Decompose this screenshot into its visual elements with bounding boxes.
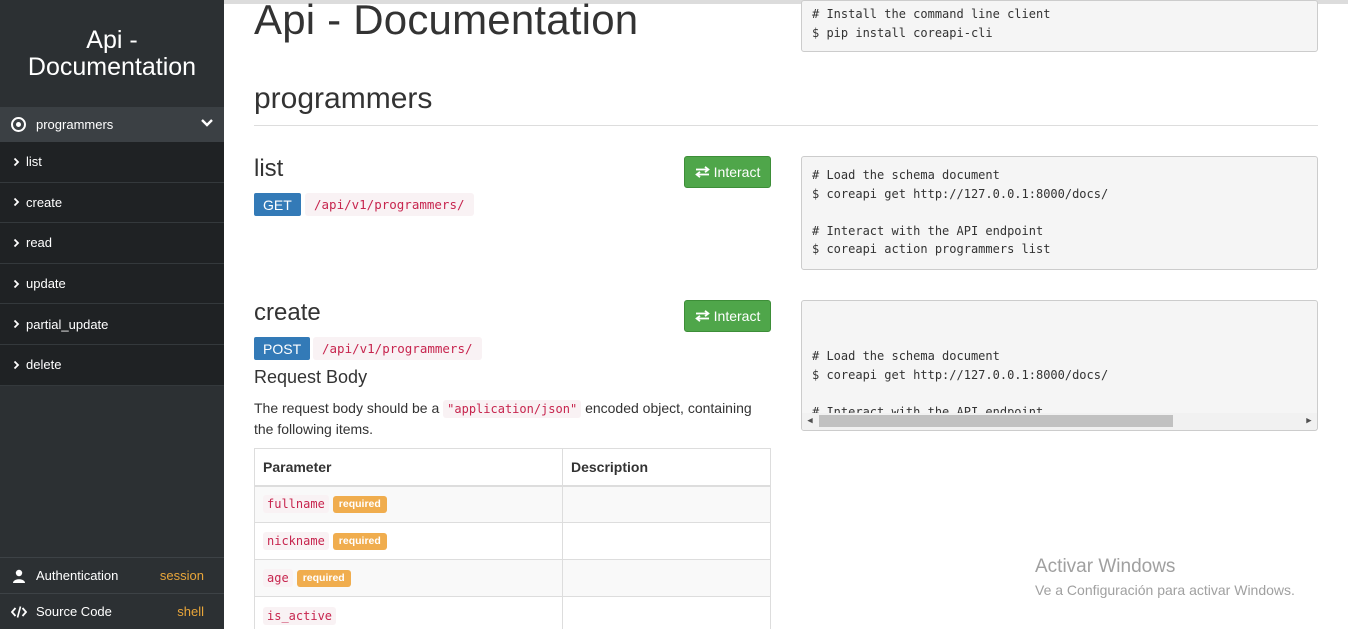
authentication-row[interactable]: Authentication session xyxy=(0,557,224,593)
column-header-parameter: Parameter xyxy=(254,448,563,487)
request-body-title: Request Body xyxy=(254,367,368,387)
windows-activation-watermark: Activar Windows Ve a Configuración para … xyxy=(1035,556,1295,598)
interact-button-list[interactable]: Interact xyxy=(684,156,771,188)
parameter-description xyxy=(562,522,771,560)
parameter-name: fullname xyxy=(263,495,329,514)
parameter-name: is_active xyxy=(263,607,337,625)
scroll-left-icon[interactable]: ◀ xyxy=(802,413,818,430)
target-icon xyxy=(11,117,26,132)
required-badge: required xyxy=(332,532,387,550)
parameter-description xyxy=(562,596,771,629)
sidebar-item-list[interactable]: list xyxy=(0,142,224,183)
code-icon xyxy=(11,604,27,620)
source-code-row[interactable]: Source Code shell xyxy=(0,593,224,629)
endpoint-path: /api/v1/programmers/ xyxy=(305,193,474,216)
sidebar-item-label: list xyxy=(26,154,42,170)
column-header-description: Description xyxy=(562,448,771,487)
exchange-icon xyxy=(694,166,710,178)
sidebar-item-update[interactable]: update xyxy=(0,264,224,305)
section-divider xyxy=(254,125,1318,126)
page-title: Api - Documentation xyxy=(254,0,639,43)
sidebar: Api - Documentation programmers list cre… xyxy=(0,0,224,629)
horizontal-scrollbar[interactable]: ◀ ▶ xyxy=(802,413,1317,430)
endpoint-title-create: create xyxy=(254,299,321,326)
authentication-value[interactable]: session xyxy=(160,568,204,583)
scroll-right-icon[interactable]: ▶ xyxy=(1301,413,1317,430)
content-type-code: "application/json" xyxy=(443,400,582,418)
source-code-label: Source Code xyxy=(36,604,112,619)
request-body-description: The request body should be a "applicatio… xyxy=(254,398,774,439)
sidebar-footer: Authentication session Source Code shell xyxy=(0,557,224,629)
watermark-title: Activar Windows xyxy=(1035,556,1176,577)
interact-label: Interact xyxy=(713,164,761,180)
sidebar-item-label: update xyxy=(26,276,66,292)
sidebar-item-label: delete xyxy=(26,357,62,373)
list-code-block: # Load the schema document $ coreapi get… xyxy=(801,156,1318,270)
sidebar-item-label: create xyxy=(26,194,63,210)
request-desc-pre: The request body should be a xyxy=(254,400,440,416)
required-badge: required xyxy=(332,496,387,514)
section-title: programmers xyxy=(254,82,433,115)
parameter-description xyxy=(562,485,771,523)
sidebar-item-label: partial_update xyxy=(26,316,109,332)
parameter-description xyxy=(562,559,771,597)
exchange-icon xyxy=(694,310,710,322)
table-row: age required xyxy=(254,559,771,597)
parameter-name: age xyxy=(263,569,293,588)
user-icon xyxy=(11,568,27,584)
chevron-right-icon xyxy=(13,279,20,288)
sidebar-item-read[interactable]: read xyxy=(0,223,224,264)
sidebar-brand[interactable]: Api - Documentation xyxy=(0,0,224,107)
chevron-down-icon xyxy=(201,119,213,127)
main-content: Api - Documentation # Install the comman… xyxy=(224,0,1348,629)
chevron-right-icon xyxy=(13,238,20,248)
interact-label: Interact xyxy=(713,308,761,324)
chevron-right-icon xyxy=(13,360,20,369)
table-row: fullname required xyxy=(254,485,771,523)
watermark-subtitle: Ve a Configuración para activar Windows. xyxy=(1035,582,1295,598)
sidebar-item-label: read xyxy=(26,235,53,251)
scrollbar-thumb[interactable] xyxy=(819,415,1173,427)
sidebar-item-delete[interactable]: delete xyxy=(0,345,224,386)
sidebar-item-partial-update[interactable]: partial_update xyxy=(0,304,224,345)
endpoint-title-list: list xyxy=(254,155,284,182)
table-row: nickname required xyxy=(254,522,771,560)
interact-button-create[interactable]: Interact xyxy=(684,300,771,332)
sidebar-section-programmers[interactable]: programmers xyxy=(0,107,224,142)
sidebar-section-label: programmers xyxy=(36,117,114,132)
source-code-value[interactable]: shell xyxy=(177,604,204,619)
sidebar-item-create[interactable]: create xyxy=(0,183,224,224)
parameters-table: Parameter Description fullname required n… xyxy=(254,448,771,629)
endpoint-path: /api/v1/programmers/ xyxy=(313,337,482,360)
method-badge-post: POST xyxy=(254,337,311,360)
parameter-name: nickname xyxy=(263,532,329,551)
authentication-label: Authentication xyxy=(36,568,119,583)
required-badge: required xyxy=(296,569,351,587)
chevron-right-icon xyxy=(13,320,20,329)
sidebar-nav: list create read update partial_update d… xyxy=(0,142,224,386)
create-code-block[interactable]: # Load the schema document $ coreapi get… xyxy=(801,300,1318,431)
table-row: is_active xyxy=(254,596,771,629)
chevron-right-icon xyxy=(13,157,20,166)
chevron-right-icon xyxy=(13,198,20,207)
install-code-block: # Install the command line client $ pip … xyxy=(801,0,1318,52)
method-badge-get: GET xyxy=(254,193,301,216)
